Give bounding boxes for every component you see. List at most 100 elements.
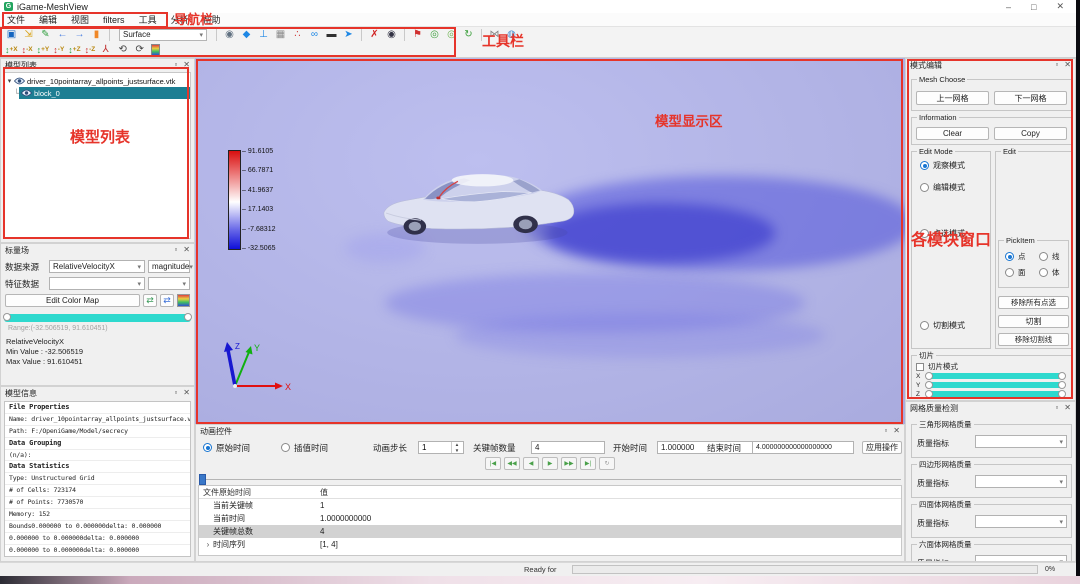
radio-mode-3[interactable]: 点选模式 [920, 228, 965, 239]
edit-color-map-button[interactable]: Edit Color Map [5, 294, 140, 307]
metric-combo[interactable]: ▾ [975, 515, 1067, 528]
measure-icon[interactable]: ⋈ [487, 28, 502, 41]
rescale-custom-range-icon[interactable]: ⇄ [160, 294, 174, 307]
close-button[interactable]: ✕ [1056, 1, 1064, 12]
table-row[interactable]: ›时间序列[1, 4] [199, 538, 901, 551]
edit-mesh-icon[interactable]: ✎ [38, 28, 53, 41]
undo-icon[interactable]: ← [55, 28, 70, 41]
redo-icon[interactable]: → [72, 28, 87, 41]
remove-all-picks-button[interactable]: 移除所有点选 [998, 296, 1069, 309]
view-plusminus-x-button[interactable]: ↕+X [5, 43, 18, 56]
menu-item-7[interactable]: 帮助 [196, 13, 228, 26]
metric-combo[interactable]: ▾ [975, 475, 1067, 488]
slice-mode-option[interactable]: 切片模式 [916, 361, 958, 372]
table-row[interactable]: 关键帧总数4 [199, 525, 901, 538]
float-panel-icon[interactable]: ▫ [1055, 59, 1058, 71]
copy-button[interactable]: Copy [994, 127, 1067, 140]
apply-button[interactable]: 应用操作 [862, 441, 902, 454]
view-minus-x-button[interactable]: ↕-X [22, 43, 33, 56]
radio-icon[interactable] [1039, 268, 1048, 277]
metric-combo[interactable]: ▾ [975, 555, 1067, 562]
menu-item-4[interactable]: filters [96, 15, 132, 25]
skip-end-button[interactable]: ▶| [580, 457, 596, 470]
menu-item-5[interactable]: 工具 [132, 13, 164, 26]
maximize-button[interactable]: □ [1031, 2, 1036, 12]
rescale-data-range-icon[interactable]: ⇄ [143, 294, 157, 307]
radio-icon[interactable] [281, 443, 290, 452]
checkbox-icon[interactable] [916, 363, 924, 371]
view-minus-y-button[interactable]: ↕-Y [53, 43, 64, 56]
float-panel-icon[interactable]: ▫ [884, 425, 887, 437]
close-panel-icon[interactable]: ✕ [183, 59, 190, 71]
view-plusminus-z-button[interactable]: ↕+Z [68, 43, 80, 56]
slider-handle-max[interactable] [184, 313, 192, 321]
keyframe-count-field[interactable]: 4 [531, 441, 605, 454]
rotate-center-icon[interactable]: ◎ [444, 28, 459, 41]
radio-pick-4[interactable]: 体 [1039, 267, 1060, 278]
close-panel-icon[interactable]: ✕ [893, 425, 900, 437]
fast-forward-button[interactable]: ▶▶ [561, 457, 577, 470]
table-row[interactable]: 当前关键帧1 [199, 499, 901, 512]
delete-icon[interactable]: ▮ [89, 28, 104, 41]
original-time-option[interactable]: 原始时间 [203, 441, 250, 454]
timeline-handle[interactable] [199, 474, 206, 485]
spin-arrows-icon[interactable]: ▲▼ [451, 442, 462, 453]
feature-data-combo[interactable]: ▾ [49, 277, 145, 290]
end-time-field[interactable]: 4.000000000000000000 [752, 441, 854, 454]
float-panel-icon[interactable]: ▫ [1055, 402, 1058, 414]
rotate-point-icon[interactable]: ◎ [427, 28, 442, 41]
radio-icon[interactable] [1039, 252, 1048, 261]
clear-button[interactable]: Clear [916, 127, 989, 140]
remove-cut-line-button[interactable]: 移除切割线 [998, 333, 1069, 346]
slider-handle[interactable] [925, 381, 933, 389]
visibility-icon[interactable]: ◉ [222, 28, 237, 41]
save-icon[interactable]: ▣ [4, 28, 19, 41]
prev-mesh-button[interactable]: 上一网格 [916, 91, 989, 105]
tree-item-selected[interactable]: block_0 [19, 87, 190, 99]
float-panel-icon[interactable]: ▫ [174, 244, 177, 256]
rotate-90-cw-icon[interactable]: ⟳ [132, 43, 147, 56]
slider-handle[interactable] [925, 372, 933, 380]
slider-handle-min[interactable] [3, 313, 11, 321]
next-mesh-button[interactable]: 下一网格 [994, 91, 1067, 105]
colorbar-icon[interactable] [177, 294, 190, 307]
close-panel-icon[interactable]: ✕ [1064, 59, 1071, 71]
fast-backward-button[interactable]: ◀◀ [504, 457, 520, 470]
scatter-points-icon[interactable]: ∴ [290, 28, 305, 41]
radio-pick-1[interactable]: 点 [1005, 251, 1026, 262]
cube-outline-icon[interactable]: ▦ [273, 28, 288, 41]
tree-item-root[interactable]: ▾driver_10pointarray_allpoints_justsurfa… [5, 75, 190, 87]
cut-button[interactable]: 切割 [998, 315, 1069, 328]
glasses-icon[interactable]: ∞ [307, 28, 322, 41]
radio-cut-mode[interactable]: 切割模式 [920, 320, 965, 331]
import-icon[interactable]: ⇲ [21, 28, 36, 41]
slider-handle[interactable] [925, 390, 933, 398]
visibility-eye-icon[interactable] [21, 89, 32, 97]
close-panel-icon[interactable]: ✕ [1064, 402, 1071, 414]
timeline-track[interactable] [199, 479, 901, 480]
radio-icon[interactable] [920, 321, 929, 330]
radio-icon[interactable] [920, 161, 929, 170]
flag-icon[interactable]: ⚑ [410, 28, 425, 41]
slider-handle[interactable] [1058, 381, 1066, 389]
radio-pick-3[interactable]: 面 [1005, 267, 1026, 278]
remove-selection-icon[interactable]: ✗ [367, 28, 382, 41]
axis-triad-icon[interactable]: ⅄ [98, 43, 113, 56]
radio-icon[interactable] [1005, 252, 1014, 261]
expander-icon[interactable]: › [203, 540, 213, 549]
menu-item-3[interactable]: 视图 [64, 13, 96, 26]
slider-track[interactable] [926, 391, 1065, 397]
table-row[interactable]: 当前时间1.0000000000 [199, 512, 901, 525]
menu-item-1[interactable]: 文件 [0, 13, 32, 26]
radio-icon[interactable] [1005, 268, 1014, 277]
menu-item-2[interactable]: 编辑 [32, 13, 64, 26]
radio-pick-2[interactable]: 线 [1039, 251, 1060, 262]
radio-mode-2[interactable]: 编辑模式 [920, 182, 965, 193]
expander-icon[interactable]: ▾ [5, 77, 14, 85]
radio-icon[interactable] [203, 443, 212, 452]
loop-button[interactable]: ↻ [599, 457, 615, 470]
skip-start-button[interactable]: |◀ [485, 457, 501, 470]
cursor-icon[interactable]: ➤ [341, 28, 356, 41]
view-plusminus-y-button[interactable]: ↕+Y [37, 43, 50, 56]
globe-icon[interactable]: ◍ [504, 28, 519, 41]
